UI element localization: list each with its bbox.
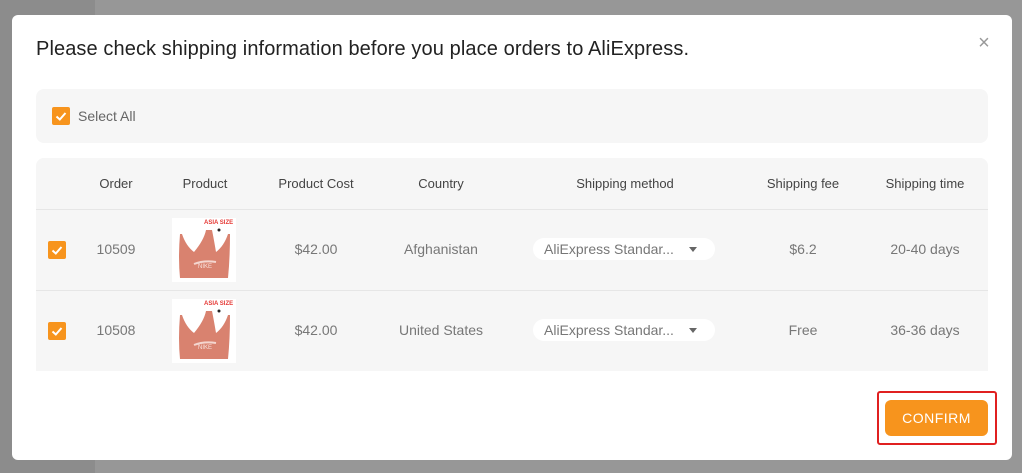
table-row: 10508 NIKE ASIA SIZE $42.00 United State… [36,291,988,371]
product-cost: $42.00 [294,241,338,257]
shipping-fee: $6.2 [789,241,817,257]
shipping-check-dialog: Please check shipping information before… [12,15,1012,460]
dialog-title: Please check shipping information before… [36,38,690,60]
checkmark-icon [55,112,67,121]
orders-table: Order Product Product Cost Country Shipp… [36,158,988,371]
close-icon[interactable]: × [974,33,994,53]
row-checkbox[interactable] [48,241,66,259]
country: United States [398,322,484,338]
row-checkbox[interactable] [48,322,66,340]
product-cost: $42.00 [294,322,338,338]
header-product: Product [182,176,228,191]
checkmark-icon [51,246,63,255]
shipping-fee: Free [788,322,818,338]
select-all-bar: Select All [36,89,988,143]
product-size-badge: ASIA SIZE [204,220,234,226]
product-image[interactable]: NIKE ASIA SIZE [172,218,236,282]
confirm-button[interactable]: CONFIRM [885,400,988,436]
table-row: 10509 NIKE ASIA SIZE $42.00 Afghanistan … [36,210,988,291]
sports-bra-icon: NIKE [179,309,230,359]
svg-text:NIKE: NIKE [198,264,212,270]
select-all-label: Select All [78,108,136,124]
shipping-method-select[interactable]: AliExpress Standar... [533,319,715,341]
shipping-method-value: AliExpress Standar... [544,241,674,257]
country: Afghanistan [404,241,478,257]
select-all-checkbox[interactable] [52,107,70,125]
shipping-time: 36-36 days [890,322,960,338]
shipping-method-select[interactable]: AliExpress Standar... [533,238,715,260]
order-number: 10508 [96,322,136,338]
svg-text:NIKE: NIKE [198,345,212,351]
header-shipping-method: Shipping method [576,176,674,191]
table-header: Order Product Product Cost Country Shipp… [36,158,988,210]
order-number: 10509 [96,241,136,257]
chevron-down-icon [689,247,697,252]
shipping-time: 20-40 days [890,241,960,257]
product-image[interactable]: NIKE ASIA SIZE [172,299,236,363]
header-country: Country [418,176,464,191]
checkmark-icon [51,327,63,336]
header-shipping-fee: Shipping fee [766,176,840,191]
chevron-down-icon [689,328,697,333]
shipping-method-value: AliExpress Standar... [544,322,674,338]
header-product-cost: Product Cost [278,176,354,191]
header-order: Order [99,176,133,191]
product-size-badge: ASIA SIZE [204,301,234,307]
header-shipping-time: Shipping time [885,176,965,191]
sports-bra-icon: NIKE [179,228,230,278]
